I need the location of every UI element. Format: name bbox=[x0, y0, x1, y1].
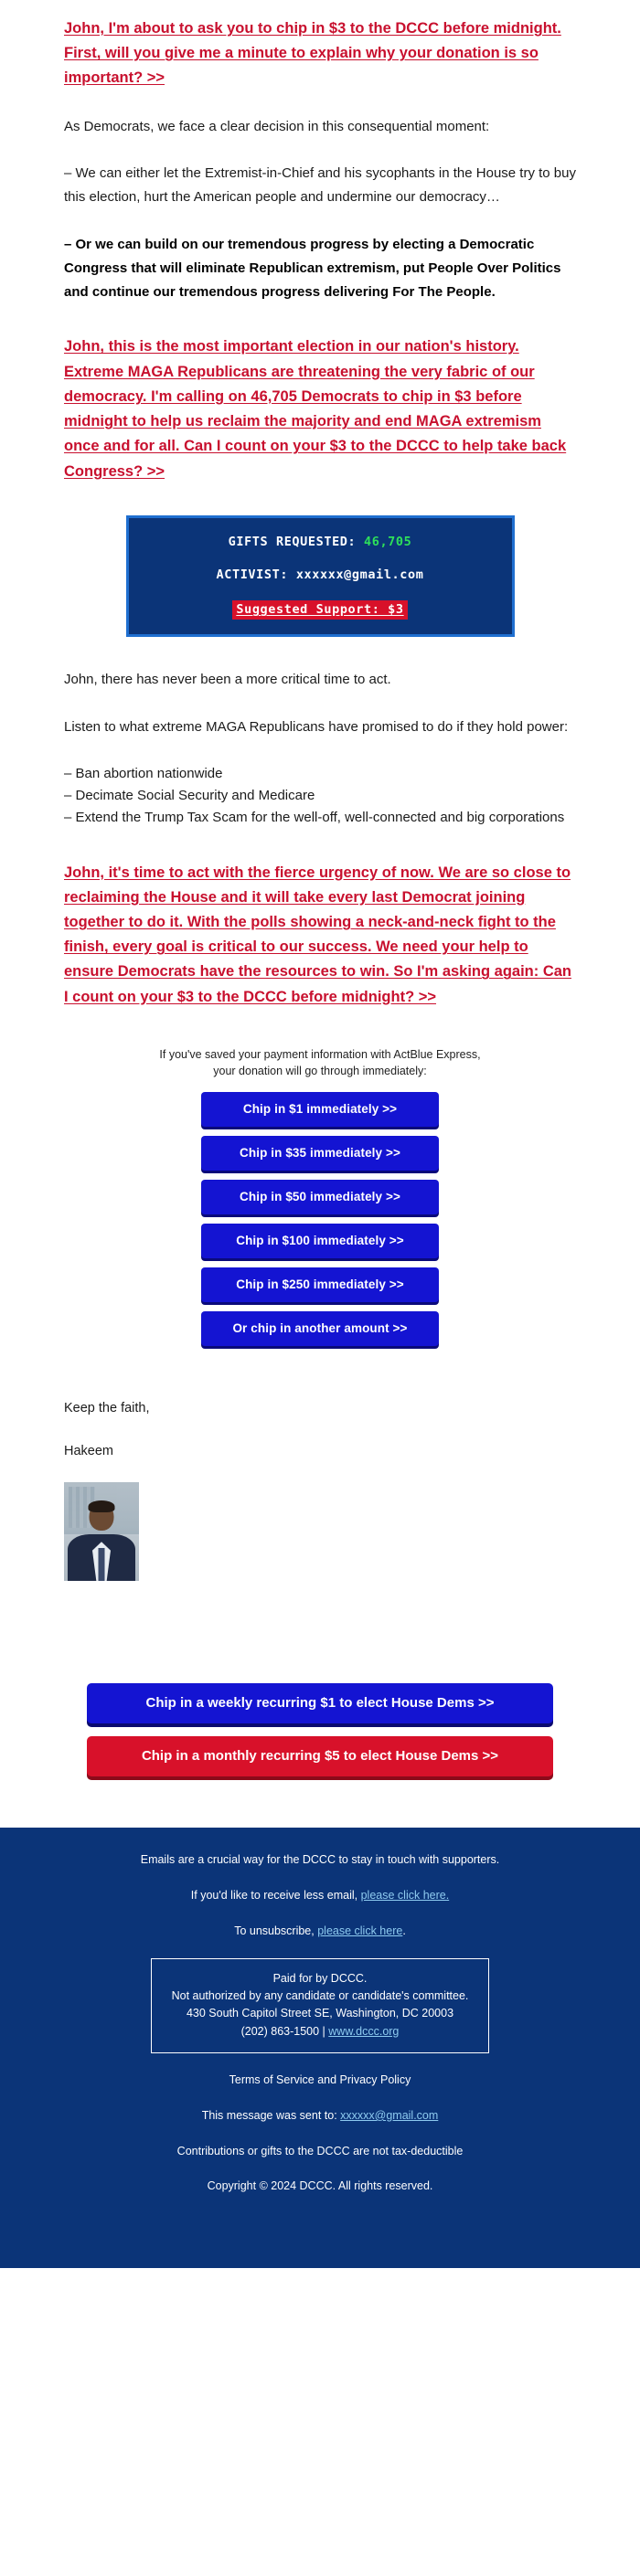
maga-promises-list: – Ban abortion nationwide – Decimate Soc… bbox=[64, 763, 576, 830]
urgency-ask-link[interactable]: John, it's time to act with the fierce u… bbox=[64, 861, 576, 1010]
recipient-email-link[interactable]: xxxxxx@gmail.com bbox=[340, 2109, 438, 2122]
hakeem-jeffries-portrait-image bbox=[64, 1482, 139, 1582]
tax-deductible-line: Contributions or gifts to the DCCC are n… bbox=[176, 2144, 464, 2157]
gifts-requested-value: 46,705 bbox=[364, 534, 412, 549]
signature-closing: Keep the faith, bbox=[64, 1401, 150, 1416]
chip-in-50-button[interactable]: Chip in $50 immediately >> bbox=[201, 1180, 439, 1215]
sent-to-prefix: This message was sent to: bbox=[201, 2108, 341, 2122]
list-item: – Decimate Social Security and Medicare bbox=[64, 788, 315, 804]
unsubscribe-prefix: To unsubscribe, bbox=[234, 1924, 318, 1937]
actblue-express-note: If you've saved your payment information… bbox=[64, 1046, 576, 1079]
terms-of-service-link[interactable]: Terms of Service and Privacy Policy bbox=[37, 2072, 603, 2089]
not-authorized-line: Not authorized by any candidate or candi… bbox=[171, 1989, 469, 2003]
intro-paragraph-3-bold: – Or we can build on our tremendous prog… bbox=[64, 237, 561, 300]
photo-tie bbox=[98, 1547, 105, 1582]
chip-in-100-button[interactable]: Chip in $100 immediately >> bbox=[201, 1224, 439, 1259]
actblue-note-line-1: If you've saved your payment information… bbox=[159, 1047, 481, 1061]
primary-ask-link[interactable]: John, this is the most important electio… bbox=[64, 334, 576, 483]
signature-name: Hakeem bbox=[64, 1443, 113, 1458]
phone-number: (202) 863-1500 | bbox=[240, 2024, 329, 2038]
activist-label: ACTIVIST: bbox=[216, 567, 289, 582]
less-email-link[interactable]: please click here. bbox=[361, 1889, 450, 1902]
activist-email: xxxxxx@gmail.com bbox=[295, 567, 424, 582]
activist-line: ACTIVIST: xxxxxx@gmail.com bbox=[138, 567, 503, 582]
footer-less-email-line: If you'd like to receive less email, ple… bbox=[37, 1887, 603, 1904]
actblue-note-line-2: your donation will go through immediatel… bbox=[213, 1065, 427, 1078]
footer-unsubscribe-line: To unsubscribe, please click here. bbox=[37, 1923, 603, 1940]
unsubscribe-link[interactable]: please click here bbox=[317, 1924, 402, 1937]
intro-paragraph-2: – We can either let the Extremist-in-Chi… bbox=[64, 165, 576, 206]
email-body: John, I'm about to ask you to chip in $3… bbox=[0, 0, 640, 2269]
address-line: 430 South Capitol Street SE, Washington,… bbox=[186, 2007, 454, 2020]
chip-in-other-amount-button[interactable]: Or chip in another amount >> bbox=[201, 1311, 439, 1347]
gifts-requested-label: GIFTS REQUESTED: bbox=[228, 534, 357, 549]
chip-in-250-button[interactable]: Chip in $250 immediately >> bbox=[201, 1267, 439, 1303]
copyright-line: Copyright © 2024 DCCC. All rights reserv… bbox=[207, 2179, 433, 2193]
paid-for-disclaimer-box: Paid for by DCCC. Not authorized by any … bbox=[150, 1957, 490, 2054]
dccc-website-link[interactable]: www.dccc.org bbox=[328, 2025, 399, 2038]
donation-button-stack: Chip in $1 immediately >> Chip in $35 im… bbox=[64, 1092, 576, 1347]
sent-to-line: This message was sent to: xxxxxx@gmail.c… bbox=[37, 2107, 603, 2125]
headline-donation-link[interactable]: John, I'm about to ask you to chip in $3… bbox=[64, 13, 576, 91]
photo-hair bbox=[88, 1500, 115, 1512]
footer-intro-line: Emails are a crucial way for the DCCC to… bbox=[140, 1853, 500, 1867]
recurring-donation-buttons: Chip in a weekly recurring $1 to elect H… bbox=[0, 1683, 640, 1777]
gifts-requested-line: GIFTS REQUESTED: 46,705 bbox=[138, 535, 503, 549]
paid-for-line: Paid for by DCCC. bbox=[272, 1971, 368, 1985]
unsubscribe-suffix: . bbox=[402, 1924, 406, 1937]
monthly-recurring-button[interactable]: Chip in a monthly recurring $5 to elect … bbox=[87, 1736, 553, 1777]
middle-paragraph-2: Listen to what extreme MAGA Republicans … bbox=[64, 718, 569, 735]
gifts-requested-box: GIFTS REQUESTED: 46,705 ACTIVIST: xxxxxx… bbox=[125, 514, 515, 638]
suggested-support-link[interactable]: Suggested Support: $3 bbox=[232, 600, 408, 620]
weekly-recurring-button[interactable]: Chip in a weekly recurring $1 to elect H… bbox=[87, 1683, 553, 1724]
list-item: – Ban abortion nationwide bbox=[64, 765, 223, 781]
list-item: – Extend the Trump Tax Scam for the well… bbox=[64, 810, 565, 826]
less-email-prefix: If you'd like to receive less email, bbox=[190, 1889, 361, 1903]
chip-in-1-button[interactable]: Chip in $1 immediately >> bbox=[201, 1092, 439, 1128]
phone-website-line: (202) 863-1500 | www.dccc.org bbox=[172, 2023, 469, 2041]
email-footer: Emails are a crucial way for the DCCC to… bbox=[0, 1828, 640, 2269]
middle-paragraph-1: John, there has never been a more critic… bbox=[64, 672, 391, 688]
intro-paragraph-1: As Democrats, we face a clear decision i… bbox=[64, 118, 490, 134]
chip-in-35-button[interactable]: Chip in $35 immediately >> bbox=[201, 1136, 439, 1171]
